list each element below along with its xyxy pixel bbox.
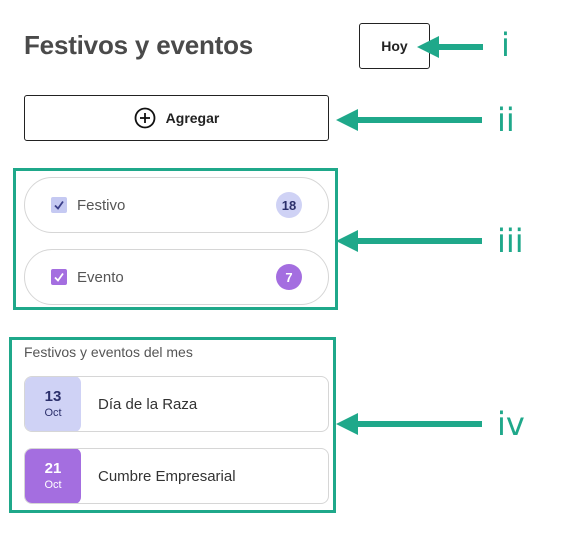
annotation-box-month	[9, 337, 336, 513]
callout-iii: iii	[497, 222, 524, 260]
callout-iv: iv	[497, 405, 525, 443]
arrow-icon	[336, 109, 482, 131]
arrow-icon	[417, 36, 483, 58]
page-title: Festivos y eventos	[24, 30, 254, 60]
add-button-label: Agregar	[165, 110, 220, 126]
add-button[interactable]: Agregar	[24, 95, 329, 141]
callout-i: i	[501, 26, 510, 64]
plus-circle-icon	[134, 107, 156, 129]
annotation-box-filters	[13, 168, 338, 310]
arrow-icon	[336, 413, 482, 435]
callout-ii: ii	[497, 101, 515, 139]
arrow-icon	[336, 230, 482, 252]
